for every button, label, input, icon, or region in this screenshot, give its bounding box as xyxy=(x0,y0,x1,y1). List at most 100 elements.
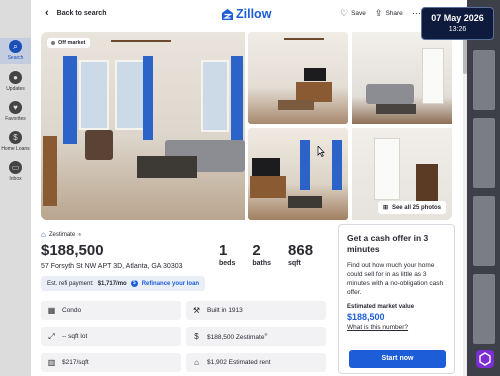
refi-banner: Est. refi payment: $1,717/mo $ Refinance… xyxy=(41,276,206,291)
sidebar-item-favorites[interactable]: ♥ Favorites xyxy=(0,101,31,122)
modal-header: ‹ Back to search Zillow ♡ Save ⇪ Share ⋯ xyxy=(31,0,467,30)
baths-label: baths xyxy=(252,260,272,267)
door xyxy=(422,48,444,104)
photo-thumb[interactable] xyxy=(352,32,452,124)
sidebar-item-home-loans[interactable]: $ Home Loans xyxy=(0,131,31,152)
what-is-this-link[interactable]: What is this number? xyxy=(347,324,446,331)
fact-zestimate: $ $188,500 Zestimate® xyxy=(186,327,326,346)
coffee-table xyxy=(376,104,416,114)
dollar-icon: $ xyxy=(9,131,22,144)
zillow-logo[interactable]: Zillow xyxy=(222,7,271,21)
datetime-overlay: 07 May 2026 13:26 xyxy=(421,7,494,40)
mouse-cursor-icon xyxy=(317,146,325,157)
refi-amount: $1,717/mo xyxy=(97,280,127,287)
sidebar-item-label: Updates xyxy=(6,86,25,92)
fact-home-type: ▦ Condo xyxy=(41,301,181,320)
tv-stand xyxy=(250,176,286,198)
chevron-left-icon: ‹ xyxy=(45,7,49,19)
fact-text: $1,902 Estimated rent xyxy=(207,359,271,366)
photo-thumb[interactable] xyxy=(248,32,348,124)
dresser xyxy=(416,164,438,204)
window xyxy=(201,60,229,132)
background-card xyxy=(473,274,495,344)
modal-scrollbar[interactable] xyxy=(463,30,467,376)
zestimate-row: ⌂ Zestimate ® xyxy=(41,230,336,239)
assistant-icon[interactable] xyxy=(476,350,494,368)
bell-icon: ● xyxy=(9,71,22,84)
share-icon: ⇪ xyxy=(374,8,383,18)
main-photo[interactable]: Off market xyxy=(41,32,245,220)
heart-outline-icon: ♡ xyxy=(340,8,349,18)
sidebar-item-label: Home Loans xyxy=(1,146,30,152)
listing-modal: ‹ Back to search Zillow ♡ Save ⇪ Share ⋯ xyxy=(31,0,467,376)
search-icon: ⌕ xyxy=(9,40,22,53)
see-all-photos-button[interactable]: ⊞ See all 25 photos xyxy=(377,201,446,214)
background-card xyxy=(473,118,495,188)
start-now-button[interactable]: Start now xyxy=(349,350,446,368)
refinance-link[interactable]: Refinance your loan xyxy=(142,281,199,287)
price-icon: ▥ xyxy=(47,358,56,367)
sidebar-item-updates[interactable]: ● Updates xyxy=(0,71,31,92)
beds-value: 1 xyxy=(219,242,228,259)
sidebar-item-inbox[interactable]: ▭ Inbox xyxy=(0,161,31,182)
save-label: Save xyxy=(351,10,366,17)
dollar-icon: $ xyxy=(194,332,199,341)
fact-lot-size: ⤢ -- sqft lot xyxy=(41,327,181,346)
more-button[interactable]: ⋯ xyxy=(412,9,421,18)
curtain xyxy=(63,56,77,144)
background-card xyxy=(473,50,495,110)
hammer-icon: ⚒ xyxy=(192,306,201,315)
fact-text: -- sqft lot xyxy=(62,333,88,340)
ceiling-fan xyxy=(284,38,324,40)
curtain xyxy=(143,56,153,140)
background-listings xyxy=(467,0,500,376)
baths-stat: 2 baths xyxy=(252,242,271,267)
grid-icon: ⊞ xyxy=(382,205,388,211)
tv xyxy=(304,68,326,81)
modal-scroll-thumb[interactable] xyxy=(463,34,467,74)
ceiling-fan xyxy=(111,40,171,42)
zestimate-label: Zestimate xyxy=(48,231,76,238)
background-card xyxy=(473,196,495,266)
sidebar-item-label: Favorites xyxy=(5,116,26,122)
cash-offer-card: Get a cash offer in 3 minutes Find out h… xyxy=(338,224,455,374)
back-to-search-button[interactable]: ‹ Back to search xyxy=(45,7,106,19)
refi-text: Est. refi payment: xyxy=(47,280,94,287)
armchair xyxy=(85,130,113,160)
fact-text: $188,500 Zestimate xyxy=(207,334,265,342)
sqft-stat: 868 sqft xyxy=(288,242,313,267)
sofa xyxy=(366,84,414,104)
curtain xyxy=(300,140,310,190)
door xyxy=(374,138,400,200)
date-text: 07 May 2026 xyxy=(431,13,484,23)
more-icon: ⋯ xyxy=(411,8,421,18)
listing-summary: ⌂ Zestimate ® $188,500 57 Forsyth St NW A… xyxy=(41,230,336,291)
beds-label: beds xyxy=(219,260,236,267)
hexagon-icon xyxy=(479,352,491,366)
save-button[interactable]: ♡ Save xyxy=(340,9,366,18)
fact-year-built: ⚒ Built in 1913 xyxy=(186,301,326,320)
photo-thumb[interactable]: ⊞ See all 25 photos xyxy=(352,128,452,220)
registered-mark: ® xyxy=(78,232,82,237)
beds-stat: 1 beds xyxy=(219,242,235,267)
share-button[interactable]: ⇪ Share xyxy=(375,9,403,18)
fact-price-per-sqft: ▥ $217/sqft xyxy=(41,353,181,372)
background-sidebar: ⌕ Search ● Updates ♥ Favorites $ Home Lo… xyxy=(0,0,31,376)
cash-offer-title: Get a cash offer in 3 minutes xyxy=(347,233,429,254)
photo-thumb[interactable] xyxy=(248,128,348,220)
off-market-badge: Off market xyxy=(47,38,90,48)
coffee-table xyxy=(288,196,322,208)
share-label: Share xyxy=(385,10,403,17)
window xyxy=(79,60,109,130)
coffee-table xyxy=(137,156,197,178)
sqft-value: 868 xyxy=(288,242,314,259)
fact-text: Built in 1913 xyxy=(207,307,243,314)
sidebar-item-label: Search xyxy=(7,55,24,61)
inbox-icon: ▭ xyxy=(9,161,22,174)
listing-stats: 1 beds 2 baths 868 sqft xyxy=(219,242,313,267)
coffee-table xyxy=(278,100,314,110)
building-icon: ▦ xyxy=(47,306,56,315)
sidebar-item-search[interactable]: ⌕ Search xyxy=(0,38,31,64)
sqft-label: sqft xyxy=(288,260,301,267)
fact-estimated-rent: ⌂ $1,902 Estimated rent xyxy=(186,353,326,372)
